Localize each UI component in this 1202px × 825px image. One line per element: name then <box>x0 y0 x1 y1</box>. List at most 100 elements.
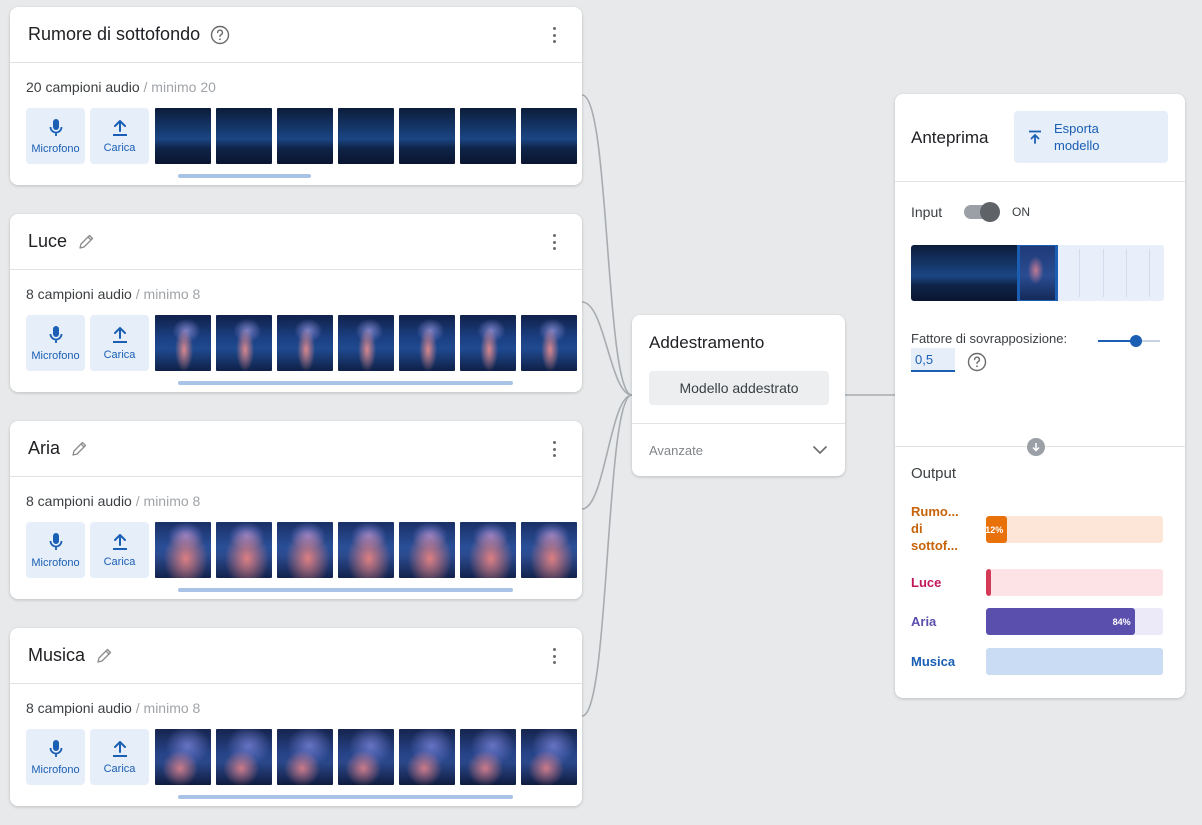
class-card-air: Aria 8 campioni audio / minimo 8 Microfo… <box>10 421 582 599</box>
microphone-button[interactable]: Microfono <box>26 522 85 578</box>
upload-button[interactable]: Carica <box>90 729 149 785</box>
spectrogram-thumbnail[interactable] <box>460 315 516 371</box>
export-model-button[interactable]: Esporta modello <box>1014 111 1168 163</box>
upload-button[interactable]: Carica <box>90 522 149 578</box>
spectrogram-thumbnail[interactable] <box>460 108 516 164</box>
class-card-header: Rumore di sottofondo <box>10 7 582 63</box>
overlap-factor-input[interactable] <box>911 348 955 372</box>
class-card-light: Luce 8 campioni audio / minimo 8 Microfo… <box>10 214 582 392</box>
microphone-button[interactable]: Microfono <box>26 315 85 371</box>
preview-title: Anteprima <box>911 128 989 147</box>
sample-thumbnails <box>155 729 582 785</box>
sample-row: Microfono Carica <box>26 522 582 578</box>
more-vert-icon[interactable] <box>548 439 560 459</box>
pencil-icon[interactable] <box>95 647 113 665</box>
spectrogram-thumbnail[interactable] <box>277 729 333 785</box>
output-class-label: Luce <box>911 575 942 590</box>
microphone-button[interactable]: Microfono <box>26 729 85 785</box>
spectrogram-thumbnail[interactable] <box>155 729 211 785</box>
output-row-background-noise: Rumo... di sottof... 12% <box>911 503 1165 555</box>
sample-row: Microfono Carica <box>26 729 582 785</box>
input-toggle[interactable] <box>964 202 1000 222</box>
spectrogram-thumbnail[interactable] <box>521 522 577 578</box>
grid-line <box>1126 249 1127 297</box>
class-card-music: Musica 8 campioni audio / minimo 8 Micro… <box>10 628 582 806</box>
sample-count-minimum: / minimo 8 <box>135 700 201 716</box>
spectrogram-thumbnail[interactable] <box>521 315 577 371</box>
pencil-icon[interactable] <box>70 440 88 458</box>
upload-icon <box>112 119 127 136</box>
more-vert-icon[interactable] <box>548 646 560 666</box>
microphone-button-label: Microfono <box>31 763 80 776</box>
output-label: Output <box>911 465 957 482</box>
sample-count: 8 campioni audio / minimo 8 <box>26 700 582 716</box>
spectrogram-thumbnail[interactable] <box>338 729 394 785</box>
spectrogram-thumbnail[interactable] <box>277 522 333 578</box>
spectrogram-thumbnail[interactable] <box>338 522 394 578</box>
pencil-icon[interactable] <box>77 233 95 251</box>
sample-count-value: 20 campioni audio <box>26 79 140 95</box>
spectrogram-thumbnail[interactable] <box>277 108 333 164</box>
spectrogram-thumbnail[interactable] <box>155 522 211 578</box>
spectrogram-thumbnail[interactable] <box>155 108 211 164</box>
overlap-factor-slider[interactable] <box>1098 334 1160 348</box>
output-bar: 84% <box>986 608 1163 635</box>
class-title[interactable]: Aria <box>28 438 60 459</box>
export-model-label: Esporta modello <box>1054 121 1100 153</box>
sample-count-minimum: / minimo 8 <box>135 286 201 302</box>
thumbnails-scrollbar[interactable] <box>178 381 513 385</box>
advanced-toggle[interactable]: Avanzate <box>649 439 828 461</box>
slider-thumb[interactable] <box>1130 335 1143 347</box>
spectrogram-thumbnail[interactable] <box>216 729 272 785</box>
microphone-button[interactable]: Microfono <box>26 108 85 164</box>
class-title[interactable]: Musica <box>28 645 85 666</box>
arrow-down-icon <box>1027 438 1045 456</box>
more-vert-icon[interactable] <box>548 232 560 252</box>
thumbnails-scrollbar[interactable] <box>178 588 513 592</box>
thumbnails-scrollbar[interactable] <box>178 795 513 799</box>
spectrogram-thumbnail[interactable] <box>338 315 394 371</box>
spectrogram-thumbnail[interactable] <box>277 315 333 371</box>
grid-line <box>1149 249 1150 297</box>
output-bar: 12% <box>986 516 1163 543</box>
output-class-label: Rumo... di sottof... <box>911 504 959 553</box>
upload-icon <box>112 326 127 343</box>
help-circle-icon[interactable] <box>967 352 987 377</box>
spectrogram-thumbnail[interactable] <box>338 108 394 164</box>
microphone-button-label: Microfono <box>31 349 80 362</box>
sample-count: 8 campioni audio / minimo 8 <box>26 493 582 509</box>
spectrogram-thumbnail[interactable] <box>216 315 272 371</box>
output-row-light: Luce <box>911 569 1165 596</box>
help-circle-icon[interactable] <box>210 25 230 45</box>
microphone-button-label: Microfono <box>31 142 80 155</box>
spectrogram-thumbnail[interactable] <box>399 108 455 164</box>
spectrogram-thumbnail[interactable] <box>216 522 272 578</box>
toggle-state: ON <box>1012 205 1030 219</box>
upload-button[interactable]: Carica <box>90 108 149 164</box>
class-card-header: Luce <box>10 214 582 270</box>
upload-button-label: Carica <box>103 141 136 154</box>
sample-thumbnails <box>155 522 582 578</box>
thumbnails-scrollbar[interactable] <box>178 174 311 178</box>
spectrogram-thumbnail[interactable] <box>155 315 211 371</box>
spectrogram-thumbnail[interactable] <box>216 108 272 164</box>
spectrogram-thumbnail[interactable] <box>399 315 455 371</box>
output-row-music: Musica <box>911 648 1165 675</box>
output-row-air: Aria 84% <box>911 608 1165 635</box>
class-title[interactable]: Luce <box>28 231 67 252</box>
upload-button[interactable]: Carica <box>90 315 149 371</box>
divider <box>632 423 845 424</box>
spectrogram-thumbnail[interactable] <box>460 522 516 578</box>
spectrogram-thumbnail[interactable] <box>521 108 577 164</box>
more-vert-icon[interactable] <box>548 25 560 45</box>
toggle-knob <box>980 202 1000 222</box>
training-card: Addestramento Modello addestrato Avanzat… <box>632 315 845 476</box>
output-bar <box>986 648 1163 675</box>
sample-count-value: 8 campioni audio <box>26 286 132 302</box>
spectrogram-thumbnail[interactable] <box>399 522 455 578</box>
spectrogram-thumbnail[interactable] <box>521 729 577 785</box>
spectrogram-thumbnail[interactable] <box>399 729 455 785</box>
train-model-button[interactable]: Modello addestrato <box>649 371 829 405</box>
spectrogram-thumbnail[interactable] <box>460 729 516 785</box>
sample-row: Microfono Carica <box>26 315 582 371</box>
